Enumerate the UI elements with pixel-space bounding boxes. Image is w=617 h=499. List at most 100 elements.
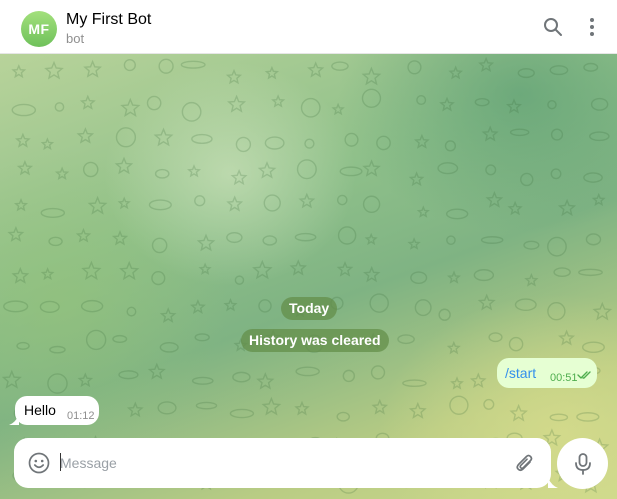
chat-title[interactable]: My First Bot — [66, 11, 151, 29]
wallpaper-doodle — [450, 376, 464, 390]
wallpaper-doodle — [146, 95, 162, 111]
wallpaper-doodle — [376, 135, 391, 151]
wallpaper-doodle — [256, 372, 275, 390]
wallpaper-doodle — [344, 132, 359, 147]
incoming-message[interactable]: Hello 01:12 — [15, 396, 99, 425]
wallpaper-doodle — [226, 195, 244, 212]
wallpaper-doodle — [407, 237, 421, 250]
wallpaper-doodle — [342, 369, 356, 383]
wallpaper-doodle — [123, 58, 136, 72]
more-vertical-icon — [590, 18, 594, 36]
wallpaper-doodle — [413, 133, 430, 149]
voice-record-button[interactable] — [557, 438, 608, 489]
wallpaper-doodle — [40, 207, 66, 218]
wallpaper-doodle — [583, 62, 599, 72]
wallpaper-doodle — [147, 362, 166, 380]
wallpaper-doodle — [13, 197, 29, 212]
read-checkmarks-icon — [577, 371, 591, 379]
wallpaper-doodle — [47, 373, 68, 394]
wallpaper-doodle — [362, 159, 381, 177]
wallpaper-doodle — [444, 140, 457, 152]
service-message: History was cleared — [241, 329, 389, 352]
wallpaper-doodle — [261, 396, 282, 416]
wallpaper-doodle — [54, 166, 70, 180]
wallpaper-doodle — [81, 260, 102, 281]
wallpaper-doodle — [80, 299, 104, 313]
wallpaper-doodle — [187, 164, 202, 178]
wallpaper-doodle — [514, 298, 537, 312]
chat-area[interactable]: Today History was cleared /start 00:51 H… — [0, 54, 617, 499]
wallpaper-doodle — [437, 162, 459, 175]
wallpaper-doodle — [363, 265, 381, 283]
wallpaper-doodle — [262, 235, 278, 246]
wallpaper-doodle — [581, 341, 605, 353]
wallpaper-doodle — [77, 372, 94, 388]
wallpaper-doodle — [416, 95, 427, 106]
wallpaper-doodle — [524, 272, 539, 287]
wallpaper-doodle — [16, 159, 34, 176]
wallpaper-doodle — [558, 329, 576, 346]
wallpaper-doodle — [553, 267, 571, 278]
wallpaper-doodle — [181, 101, 202, 122]
wallpaper-doodle — [478, 56, 495, 73]
wallpaper-doodle — [298, 192, 316, 209]
outgoing-message[interactable]: /start 00:51 — [497, 358, 597, 388]
attach-button[interactable] — [514, 452, 536, 474]
wallpaper-doodle — [408, 171, 425, 187]
wallpaper-doodle — [583, 172, 603, 183]
wallpaper-doodle — [115, 127, 137, 148]
wallpaper-doodle — [339, 166, 363, 177]
wallpaper-doodle — [126, 401, 144, 418]
message-input[interactable] — [60, 452, 450, 474]
wallpaper-doodle — [235, 136, 252, 153]
wallpaper-doodle — [257, 161, 277, 179]
wallpaper-doodle — [397, 334, 415, 345]
wallpaper-doodle — [414, 299, 432, 317]
wallpaper-doodle — [520, 172, 534, 187]
wallpaper-doodle — [547, 99, 557, 110]
bubble-tail-incoming — [9, 415, 19, 425]
wallpaper-doodle — [230, 169, 248, 186]
wallpaper-doodle — [198, 262, 212, 275]
wallpaper-doodle — [40, 137, 55, 151]
wallpaper-doodle — [191, 133, 213, 145]
wallpaper-doodle — [49, 345, 66, 354]
wallpaper-doodle — [488, 332, 503, 343]
wallpaper-doodle — [591, 192, 606, 207]
wallpaper-doodle — [509, 128, 530, 137]
wallpaper-doodle — [337, 226, 357, 245]
wallpaper-doodle — [226, 231, 243, 244]
wallpaper-doodle — [448, 65, 464, 80]
search-button[interactable] — [540, 14, 566, 40]
wallpaper-doodle — [75, 227, 92, 243]
wallpaper-doodle — [336, 260, 354, 277]
wallpaper-doodle — [449, 395, 469, 415]
wallpaper-doodle — [48, 236, 63, 247]
date-separator: Today — [281, 297, 338, 320]
wallpaper-doodle — [589, 131, 610, 142]
wallpaper-doodle — [480, 236, 504, 244]
emoji-button[interactable] — [28, 452, 50, 474]
wallpaper-doodle — [507, 200, 523, 216]
wallpaper-doodle — [114, 156, 134, 175]
wallpaper-doodle — [229, 408, 255, 419]
wallpaper-doodle — [87, 195, 108, 215]
wallpaper-doodle — [523, 240, 540, 250]
wallpaper-doodle — [289, 259, 307, 276]
wallpaper-doodle — [408, 401, 427, 419]
wallpaper-doodle — [190, 299, 206, 314]
wallpaper-doodle — [252, 259, 273, 280]
wallpaper-doodle — [547, 236, 567, 257]
wallpaper-doodle — [304, 138, 315, 149]
wallpaper-doodle — [481, 125, 499, 142]
wallpaper-doodle — [331, 61, 349, 71]
wallpaper-doodle — [549, 413, 569, 422]
wallpaper-doodle — [264, 65, 280, 80]
wallpaper-doodle — [157, 401, 177, 415]
avatar[interactable]: MF — [21, 11, 57, 47]
more-menu-button[interactable] — [579, 14, 605, 40]
wallpaper-doodle — [79, 94, 96, 110]
wallpaper-doodle — [576, 412, 600, 422]
wallpaper-doodle — [505, 98, 523, 114]
wallpaper-doodle — [85, 329, 107, 351]
